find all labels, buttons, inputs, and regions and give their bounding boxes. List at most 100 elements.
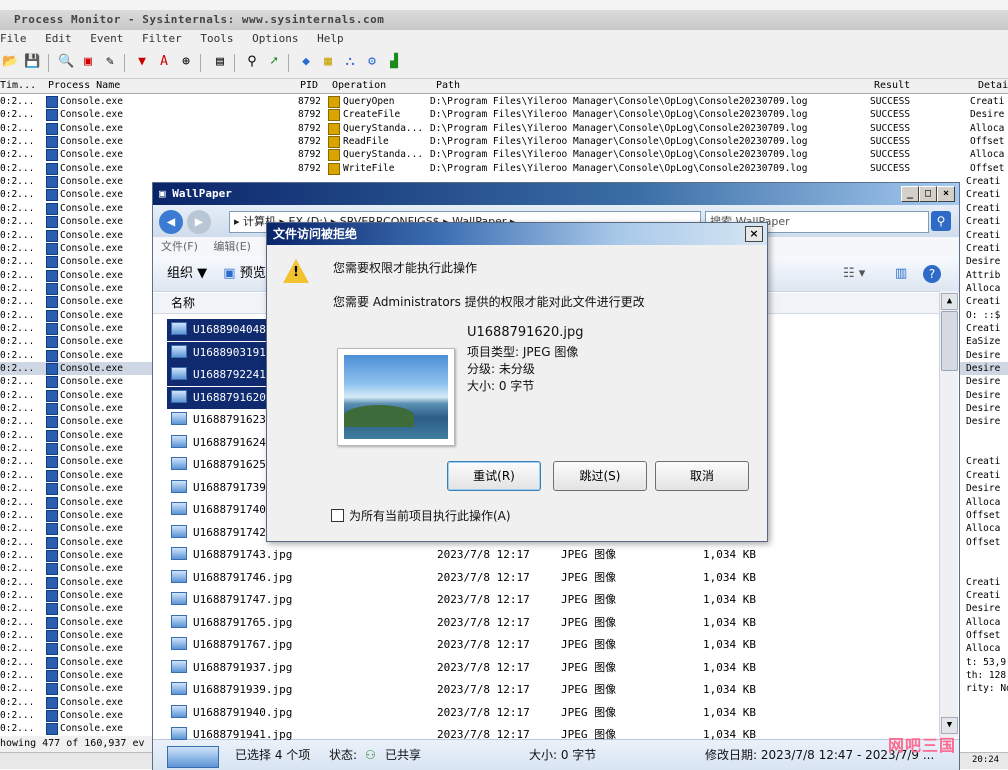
event-detail: rity: No [966, 683, 1008, 695]
profiling-icon[interactable]: ▟ [386, 54, 402, 70]
jump-icon[interactable]: ➚ [266, 54, 282, 70]
filesystem-icon[interactable]: ▦ [320, 54, 336, 70]
close-icon[interactable]: × [745, 226, 763, 242]
console-app-icon [46, 616, 58, 629]
dialog-message: 您需要权限才能执行此操作 [333, 261, 478, 275]
forward-icon[interactable]: ▶ [187, 210, 211, 234]
target-icon[interactable]: ⊕ [178, 54, 194, 70]
menu-help[interactable]: Help [317, 32, 344, 45]
menu-edit[interactable]: 编辑(E) [213, 240, 251, 253]
close-button[interactable]: × [937, 186, 955, 202]
save-icon[interactable]: 💾 [24, 54, 40, 70]
event-row[interactable]: 0:2... Console.exe 8792 ReadFile D:\Program … [0, 135, 1008, 149]
highlight-icon[interactable]: A [156, 54, 172, 70]
menu-edit[interactable]: Edit [45, 32, 72, 45]
event-row[interactable]: 0:2... Console.exe 8792 WriteFile D:\Program… [0, 162, 1008, 175]
col-name[interactable]: 名称 [171, 296, 195, 310]
view-icon[interactable]: ☷ ▾ [843, 257, 865, 291]
event-process: Console.exe [60, 336, 123, 348]
event-detail: Desire [966, 483, 1001, 495]
file-row[interactable]: U1688791747.jpg 2023/7/8 12:17 JPEG 图像 1,03… [167, 589, 927, 611]
filesystem-op-icon [328, 162, 340, 175]
file-row[interactable]: U1688791765.jpg 2023/7/8 12:17 JPEG 图像 1,03… [167, 612, 927, 634]
file-row[interactable]: U1688791746.jpg 2023/7/8 12:17 JPEG 图像 1,03… [167, 567, 927, 589]
event-operation: QueryOpen [343, 96, 395, 107]
retry-button[interactable]: 重试(R) [447, 461, 541, 491]
console-app-icon [46, 429, 58, 442]
col-pid[interactable]: PID [300, 79, 318, 93]
back-icon[interactable]: ◀ [159, 210, 183, 234]
file-row[interactable]: U1688791939.jpg 2023/7/8 12:17 JPEG 图像 1,03… [167, 679, 927, 701]
menu-file[interactable]: File [0, 32, 27, 45]
scroll-thumb[interactable] [941, 311, 958, 371]
help-icon[interactable]: ? [923, 265, 941, 283]
autoscroll-icon[interactable]: ▣ [80, 54, 96, 70]
file-date: 2023/7/8 12:17 [437, 683, 530, 696]
scroll-up-icon[interactable]: ▲ [941, 293, 958, 310]
file-row[interactable]: U1688791767.jpg 2023/7/8 12:17 JPEG 图像 1,03… [167, 634, 927, 656]
col-path[interactable]: Path [436, 79, 460, 93]
search-icon[interactable]: ⚲ [931, 211, 951, 231]
preview-pane-icon[interactable]: ▥ [895, 257, 907, 291]
filesystem-op-icon [328, 122, 340, 135]
capture-icon[interactable]: 🔍 [58, 54, 74, 70]
procmon-menubar: File Edit Event Filter Tools Options Hel… [0, 30, 1008, 48]
cancel-button[interactable]: 取消 [655, 461, 749, 491]
event-row[interactable]: 0:2... Console.exe 8792 CreateFile D:\Progra… [0, 108, 1008, 122]
toolbar-divider [288, 54, 289, 72]
file-row[interactable]: U1688791743.jpg 2023/7/8 12:17 JPEG 图像 1,03… [167, 544, 927, 566]
preview-button[interactable]: ▣ 预览 [223, 266, 265, 281]
file-name: U1688791620. [193, 390, 273, 404]
col-detail[interactable]: Detai [978, 79, 1008, 93]
jpeg-file-icon [171, 389, 187, 403]
procmon-column-headers: Tim... Process Name PID Operation Path R… [0, 79, 1008, 94]
maximize-button[interactable]: □ [919, 186, 937, 202]
apply-all-checkbox[interactable] [331, 509, 344, 522]
menu-event[interactable]: Event [90, 32, 123, 45]
col-operation[interactable]: Operation [332, 79, 386, 93]
jpeg-file-icon [171, 412, 187, 425]
menu-filter[interactable]: Filter [142, 32, 182, 45]
col-process[interactable]: Process Name [48, 79, 120, 93]
access-denied-dialog: 文件访问被拒绝 × ! 您需要权限才能执行此操作 您需要 Administrat… [266, 222, 768, 542]
console-app-icon [46, 496, 58, 509]
event-detail: Creati [966, 322, 1001, 334]
vertical-scrollbar[interactable]: ▲ ▼ [939, 291, 958, 737]
event-row[interactable]: 0:2... Console.exe 8792 QueryStanda... D:\Pr… [0, 122, 1008, 135]
apply-all-label[interactable]: 为所有当前项目执行此操作(A) [349, 507, 511, 524]
toolbar-divider [48, 54, 49, 72]
col-result[interactable]: Result [874, 79, 910, 93]
file-row[interactable]: U1688791940.jpg 2023/7/8 12:17 JPEG 图像 1,03… [167, 702, 927, 724]
console-app-icon [46, 389, 58, 402]
file-date: 2023/7/8 12:17 [437, 705, 530, 719]
properties-icon[interactable]: ▤ [212, 54, 228, 70]
event-process: Console.exe [60, 242, 123, 254]
filter-icon[interactable]: ▼ [134, 54, 150, 70]
event-process: Console.exe [60, 256, 123, 268]
event-process: Console.exe [60, 670, 123, 682]
organize-button[interactable]: 组织 ▼ [167, 266, 207, 281]
file-row[interactable]: U1688791941.jpg 2023/7/8 12:17 JPEG 图像 1,03… [167, 724, 927, 746]
file-name-cell: U1688791939.jpg [167, 679, 296, 701]
jpeg-file-icon [171, 704, 187, 718]
event-row[interactable]: 0:2... Console.exe 8792 QueryStanda... D:\Pr… [0, 148, 1008, 162]
event-process: Console.exe [60, 162, 123, 174]
col-time[interactable]: Tim... [0, 79, 36, 93]
clear-icon[interactable]: ✎ [102, 54, 118, 70]
file-name: U1688791742. [193, 525, 273, 539]
skip-button[interactable]: 跳过(S) [553, 461, 647, 491]
registry-icon[interactable]: ◆ [298, 54, 314, 70]
menu-tools[interactable]: Tools [200, 32, 233, 45]
minimize-button[interactable]: _ [901, 186, 919, 202]
jpeg-file-icon [171, 457, 187, 470]
process-icon[interactable]: ⚙ [364, 54, 380, 70]
menu-options[interactable]: Options [252, 32, 298, 45]
menu-file[interactable]: 文件(F) [161, 240, 198, 253]
event-row[interactable]: 0:2... Console.exe 8792 QueryOpen D:\Program… [0, 95, 1008, 108]
find-icon[interactable]: ⚲ [244, 54, 260, 70]
network-icon[interactable]: ⛬ [342, 54, 358, 70]
open-icon[interactable]: 📂 [2, 54, 18, 70]
file-row[interactable]: U1688791937.jpg 2023/7/8 12:17 JPEG 图像 1,03… [167, 657, 927, 679]
event-pid: 8792 [298, 122, 321, 134]
console-app-icon [46, 176, 58, 189]
